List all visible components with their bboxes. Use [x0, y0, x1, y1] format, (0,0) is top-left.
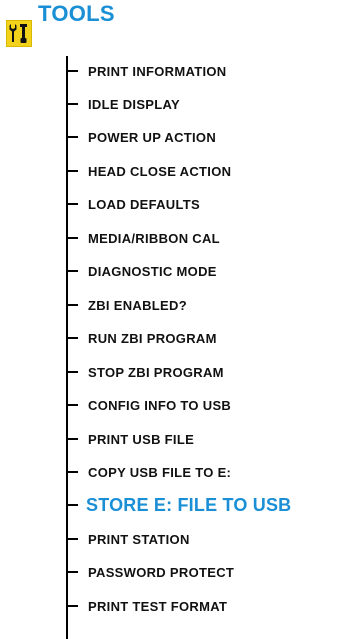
menu-item-config-info-to-usb[interactable]: CONFIG INFO TO USB: [66, 393, 355, 417]
menu-item-label: IDLE DISPLAY: [88, 96, 180, 112]
menu-item-label: POWER UP ACTION: [88, 129, 217, 145]
menu-item-load-defaults[interactable]: LOAD DEFAULTS: [66, 192, 355, 216]
menu-item-label: PRINT INFORMATION: [88, 63, 227, 79]
tree-connector: [66, 70, 78, 72]
menu-item-print-test-format[interactable]: PRINT TEST FORMAT: [66, 594, 355, 618]
menu-item-label: ZBI ENABLED?: [88, 297, 187, 313]
tree-connector: [66, 270, 78, 272]
menu-item-label: PRINT TEST FORMAT: [88, 598, 228, 614]
wrench-screwdriver-icon: [9, 24, 27, 43]
menu-item-label-selected: STORE E: FILE TO USB: [86, 494, 292, 515]
menu-item-label: COPY USB FILE TO E:: [88, 464, 232, 480]
menu-item-label: MEDIA/RIBBON CAL: [88, 230, 220, 246]
tree-connector: [66, 438, 78, 440]
page-title: TOOLS: [38, 1, 115, 26]
menu-item-print-usb-file[interactable]: PRINT USB FILE: [66, 427, 355, 451]
tree-connector: [66, 538, 78, 540]
tree-connector: [66, 237, 78, 239]
menu-item-label: PRINT USB FILE: [88, 431, 195, 447]
menu-item-head-close-action[interactable]: HEAD CLOSE ACTION: [66, 159, 355, 183]
tree-connector: [66, 404, 78, 406]
menu-item-print-station[interactable]: PRINT STATION: [66, 527, 355, 551]
menu-item-store-e-file-to-usb[interactable]: STORE E: FILE TO USB: [66, 493, 355, 517]
menu-item-password-protect[interactable]: PASSWORD PROTECT: [66, 560, 355, 584]
menu-item-label: LOAD DEFAULTS: [88, 196, 200, 212]
menu-item-label: CONFIG INFO TO USB: [88, 397, 232, 413]
menu-item-copy-usb-file-to-e[interactable]: COPY USB FILE TO E:: [66, 460, 355, 484]
menu-item-label: STOP ZBI PROGRAM: [88, 364, 224, 380]
tree-connector: [66, 605, 78, 607]
tree-connector: [66, 337, 78, 339]
tree-connector: [66, 571, 78, 573]
tree-connector: [66, 371, 78, 373]
menu-item-stop-zbi-program[interactable]: STOP ZBI PROGRAM: [66, 360, 355, 384]
menu-item-zbi-enabled[interactable]: ZBI ENABLED?: [66, 293, 355, 317]
menu-item-label: RUN ZBI PROGRAM: [88, 330, 217, 346]
tree-connector: [66, 504, 78, 506]
menu-item-power-up-action[interactable]: POWER UP ACTION: [66, 125, 355, 149]
menu-item-label: PASSWORD PROTECT: [88, 564, 235, 580]
tools-icon: [6, 20, 32, 47]
menu-item-label: HEAD CLOSE ACTION: [88, 163, 232, 179]
tree-connector: [66, 304, 78, 306]
menu-item-media-ribbon-cal[interactable]: MEDIA/RIBBON CAL: [66, 226, 355, 250]
menu-item-label: PRINT STATION: [88, 531, 190, 547]
tree-connector: [66, 471, 78, 473]
menu-item-idle-display[interactable]: IDLE DISPLAY: [66, 92, 355, 116]
menu-item-label: DIAGNOSTIC MODE: [88, 263, 217, 279]
tree-connector: [66, 136, 78, 138]
menu-item-diagnostic-mode[interactable]: DIAGNOSTIC MODE: [66, 259, 355, 283]
tree-connector: [66, 103, 78, 105]
tree-connector: [66, 170, 78, 172]
header: TOOLS: [0, 0, 355, 52]
menu-item-run-zbi-program[interactable]: RUN ZBI PROGRAM: [66, 326, 355, 350]
menu-item-print-information[interactable]: PRINT INFORMATION: [66, 59, 355, 83]
tree-connector: [66, 203, 78, 205]
